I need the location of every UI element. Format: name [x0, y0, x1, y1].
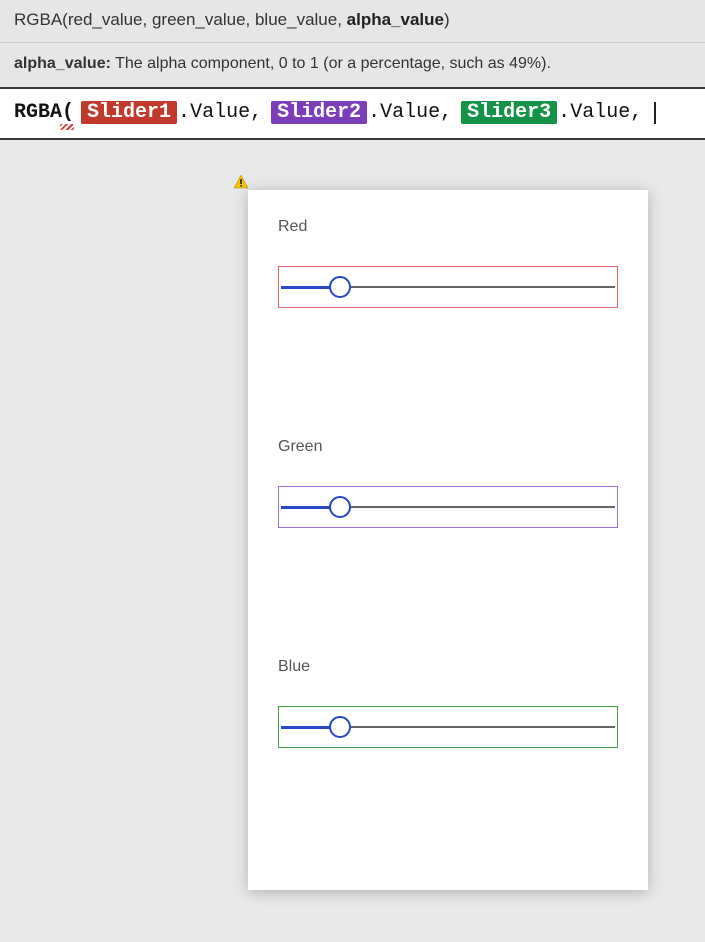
dot: .: [368, 101, 380, 124]
token-slider2[interactable]: Slider2: [271, 101, 367, 124]
open-paren: (: [62, 101, 74, 124]
slider-group-blue: Blue: [278, 658, 618, 748]
formula-bar[interactable]: RGBA(Slider1.Value,Slider2.Value,Slider3…: [0, 89, 705, 140]
slider-label-blue: Blue: [278, 658, 618, 676]
slider-green[interactable]: [278, 486, 618, 528]
dot: .: [558, 101, 570, 124]
token-slider3[interactable]: Slider3: [461, 101, 557, 124]
slider-group-red: Red: [278, 218, 618, 308]
slider-blue[interactable]: [278, 706, 618, 748]
slider-thumb[interactable]: [329, 716, 351, 738]
slider-label-green: Green: [278, 438, 618, 456]
member-value-3: Value: [570, 101, 630, 124]
formula-fn: RGBA: [14, 101, 62, 124]
slider-thumb[interactable]: [329, 496, 351, 518]
param-name: alpha_value:: [14, 55, 111, 72]
sig-suffix: ): [444, 10, 450, 29]
token-slider1[interactable]: Slider1: [81, 101, 177, 124]
comma: ,: [630, 101, 644, 124]
member-value-2: Value: [380, 101, 440, 124]
sig-current-param: alpha_value: [347, 10, 444, 29]
warning-icon: [233, 174, 249, 190]
intellisense-param-desc: alpha_value: The alpha component, 0 to 1…: [0, 43, 705, 89]
text-cursor: [654, 102, 656, 124]
intellisense-signature: RGBA(red_value, green_value, blue_value,…: [0, 0, 705, 43]
error-squiggle: [60, 124, 74, 130]
param-desc-text: The alpha component, 0 to 1 (or a percen…: [111, 55, 551, 72]
sig-prefix: RGBA(red_value, green_value, blue_value,: [14, 10, 347, 29]
preview-card[interactable]: Red Green Blue: [248, 190, 648, 890]
member-value-1: Value: [190, 101, 250, 124]
slider-red[interactable]: [278, 266, 618, 308]
canvas[interactable]: Red Green Blue: [0, 140, 705, 910]
comma: ,: [250, 101, 264, 124]
slider-group-green: Green: [278, 438, 618, 528]
slider-thumb[interactable]: [329, 276, 351, 298]
slider-label-red: Red: [278, 218, 618, 236]
comma: ,: [440, 101, 454, 124]
dot: .: [178, 101, 190, 124]
